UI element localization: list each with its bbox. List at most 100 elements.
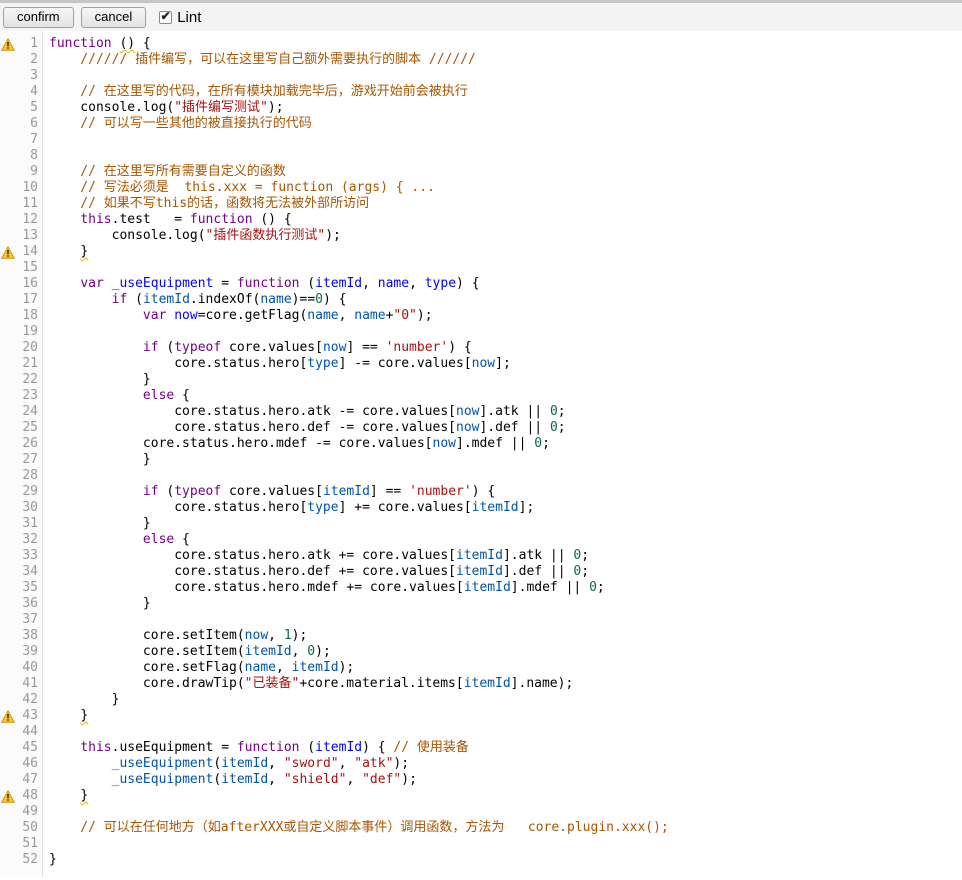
- warning-icon: [0, 244, 16, 260]
- code-line[interactable]: 46 _useEquipment(itemId, "sword", "atk")…: [0, 756, 962, 772]
- code-line[interactable]: 3: [0, 68, 962, 84]
- line-number: 52: [16, 852, 42, 868]
- code-line[interactable]: 14 }: [0, 244, 962, 260]
- warning-icon: [0, 420, 16, 436]
- code-line[interactable]: 48 }: [0, 788, 962, 804]
- code-text: // 在这里写的代码，在所有模块加载完毕后，游戏开始前会被执行: [42, 84, 468, 100]
- confirm-button[interactable]: confirm: [3, 7, 74, 28]
- code-text: var _useEquipment = function (itemId, na…: [42, 276, 480, 292]
- line-number: 29: [16, 484, 42, 500]
- code-line[interactable]: 35 core.status.hero.mdef += core.values[…: [0, 580, 962, 596]
- code-line[interactable]: 37: [0, 612, 962, 628]
- line-number: 5: [16, 100, 42, 116]
- code-line[interactable]: 43 }: [0, 708, 962, 724]
- line-number: 22: [16, 372, 42, 388]
- line-number: 6: [16, 116, 42, 132]
- warning-icon: [0, 484, 16, 500]
- code-line[interactable]: 41 core.drawTip("已装备"+core.material.item…: [0, 676, 962, 692]
- line-number: 43: [16, 708, 42, 724]
- code-line[interactable]: 24 core.status.hero.atk -= core.values[n…: [0, 404, 962, 420]
- code-line[interactable]: 12 this.test = function () {: [0, 212, 962, 228]
- warning-icon: [0, 196, 16, 212]
- lint-toggle[interactable]: ✔ Lint: [159, 9, 201, 26]
- code-line[interactable]: 1 function () {: [0, 36, 962, 52]
- code-line[interactable]: 32 else {: [0, 532, 962, 548]
- code-line[interactable]: 33 core.status.hero.atk += core.values[i…: [0, 548, 962, 564]
- code-line[interactable]: 29 if (typeof core.values[itemId] == 'nu…: [0, 484, 962, 500]
- code-line[interactable]: 28: [0, 468, 962, 484]
- code-line[interactable]: 36 }: [0, 596, 962, 612]
- code-line[interactable]: 40 core.setFlag(name, itemId);: [0, 660, 962, 676]
- code-line[interactable]: 49: [0, 804, 962, 820]
- code-line[interactable]: 19: [0, 324, 962, 340]
- line-number: 14: [16, 244, 42, 260]
- code-line[interactable]: 8: [0, 148, 962, 164]
- code-line[interactable]: 4 // 在这里写的代码，在所有模块加载完毕后，游戏开始前会被执行: [0, 84, 962, 100]
- line-number: 41: [16, 676, 42, 692]
- code-line[interactable]: 7: [0, 132, 962, 148]
- line-number: 4: [16, 84, 42, 100]
- code-line[interactable]: 47 _useEquipment(itemId, "shield", "def"…: [0, 772, 962, 788]
- code-line[interactable]: 30 core.status.hero[type] += core.values…: [0, 500, 962, 516]
- code-line[interactable]: 15: [0, 260, 962, 276]
- code-line[interactable]: 52 }: [0, 852, 962, 868]
- warning-icon: [0, 148, 16, 164]
- code-line[interactable]: 11 // 如果不写this的话，函数将无法被外部所访问: [0, 196, 962, 212]
- warning-icon: [0, 580, 16, 596]
- line-number: 24: [16, 404, 42, 420]
- code-line[interactable]: 18 var now=core.getFlag(name, name+"0");: [0, 308, 962, 324]
- code-line[interactable]: 2 ////// 插件编写，可以在这里写自己额外需要执行的脚本 //////: [0, 52, 962, 68]
- code-line[interactable]: 25 core.status.hero.def -= core.values[n…: [0, 420, 962, 436]
- code-text: if (itemId.indexOf(name)==0) {: [42, 292, 346, 308]
- code-text: _useEquipment(itemId, "sword", "atk");: [42, 756, 409, 772]
- line-number: 42: [16, 692, 42, 708]
- warning-icon: [0, 132, 16, 148]
- warning-icon: [0, 308, 16, 324]
- warning-icon: [0, 692, 16, 708]
- code-line[interactable]: 21 core.status.hero[type] -= core.values…: [0, 356, 962, 372]
- code-text: }: [42, 708, 88, 724]
- code-line[interactable]: 39 core.setItem(itemId, 0);: [0, 644, 962, 660]
- line-number: 46: [16, 756, 42, 772]
- code-line[interactable]: 44: [0, 724, 962, 740]
- code-line[interactable]: 17 if (itemId.indexOf(name)==0) {: [0, 292, 962, 308]
- warning-icon: [0, 100, 16, 116]
- line-number: 50: [16, 820, 42, 836]
- code-text: }: [42, 596, 151, 612]
- code-line[interactable]: 27 }: [0, 452, 962, 468]
- warning-icon: [0, 548, 16, 564]
- warning-icon: [0, 340, 16, 356]
- warning-icon: [0, 180, 16, 196]
- warning-icon: [0, 772, 16, 788]
- code-text: }: [42, 788, 88, 804]
- code-text: core.status.hero.def -= core.values[now]…: [42, 420, 566, 436]
- code-line[interactable]: 50 // 可以在任何地方（如afterXXX或自定义脚本事件）调用函数，方法为…: [0, 820, 962, 836]
- code-line[interactable]: 34 core.status.hero.def += core.values[i…: [0, 564, 962, 580]
- lint-checkbox[interactable]: ✔: [159, 11, 172, 24]
- code-line[interactable]: 51: [0, 836, 962, 852]
- code-line[interactable]: 26 core.status.hero.mdef -= core.values[…: [0, 436, 962, 452]
- line-number: 35: [16, 580, 42, 596]
- code-line[interactable]: 22 }: [0, 372, 962, 388]
- code-line[interactable]: 6 // 可以写一些其他的被直接执行的代码: [0, 116, 962, 132]
- code-line[interactable]: 16 var _useEquipment = function (itemId,…: [0, 276, 962, 292]
- code-line[interactable]: 10 // 写法必须是 this.xxx = function (args) {…: [0, 180, 962, 196]
- line-number: 51: [16, 836, 42, 852]
- code-line[interactable]: 45 this.useEquipment = function (itemId)…: [0, 740, 962, 756]
- code-line[interactable]: 42 }: [0, 692, 962, 708]
- code-text: [42, 260, 49, 276]
- line-number: 10: [16, 180, 42, 196]
- line-number: 27: [16, 452, 42, 468]
- warning-icon: [0, 500, 16, 516]
- code-line[interactable]: 23 else {: [0, 388, 962, 404]
- code-line[interactable]: 20 if (typeof core.values[now] == 'numbe…: [0, 340, 962, 356]
- code-editor[interactable]: 1 function () { 2 ////// 插件编写，可以在这里写自己额外…: [0, 31, 962, 877]
- toolbar: confirm cancel ✔ Lint: [0, 0, 962, 31]
- code-line[interactable]: 9 // 在这里写所有需要自定义的函数: [0, 164, 962, 180]
- code-line[interactable]: 31 }: [0, 516, 962, 532]
- code-line[interactable]: 38 core.setItem(now, 1);: [0, 628, 962, 644]
- code-line[interactable]: 13 console.log("插件函数执行测试");: [0, 228, 962, 244]
- cancel-button[interactable]: cancel: [81, 7, 147, 28]
- warning-icon: [0, 740, 16, 756]
- code-line[interactable]: 5 console.log("插件编写测试");: [0, 100, 962, 116]
